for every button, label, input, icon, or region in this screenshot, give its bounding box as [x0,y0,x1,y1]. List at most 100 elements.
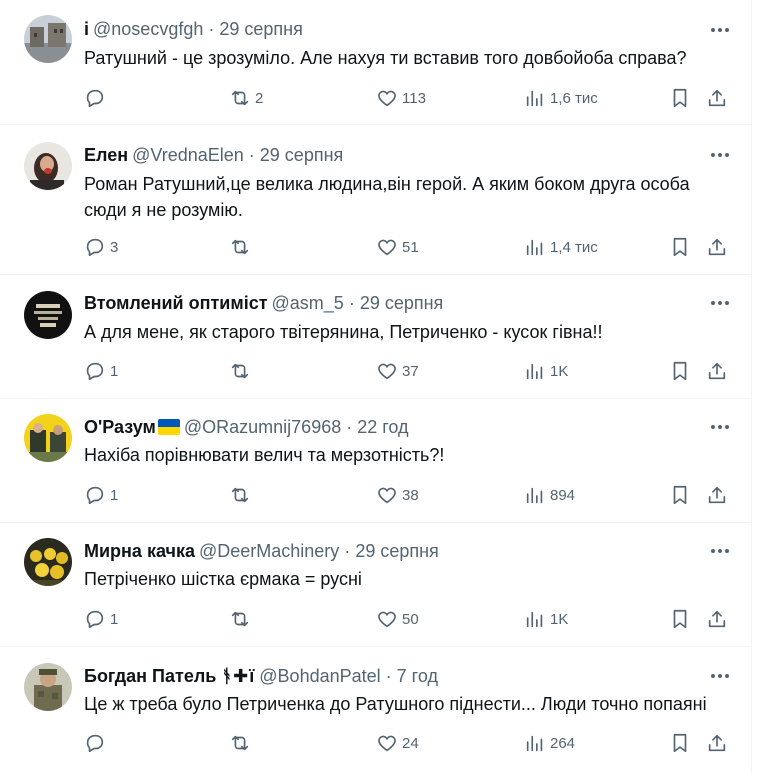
bookmark-icon [673,237,687,257]
more-icon[interactable] [706,145,734,165]
retweet-button[interactable] [229,359,255,383]
more-icon[interactable] [706,20,734,40]
bookmark-button[interactable] [669,483,691,507]
author-name[interactable]: О'Разум [84,416,156,438]
reply-button[interactable]: 1 [84,483,118,507]
timestamp[interactable]: 7 год [397,665,438,687]
retweet-button[interactable]: 2 [229,86,263,110]
reply-icon [86,89,104,108]
more-icon[interactable] [706,666,734,686]
like-button[interactable]: 24 [376,731,419,755]
reply-count: 3 [110,238,119,256]
author-name[interactable]: Мирна качка [84,540,195,562]
author-handle[interactable]: @asm_5 [272,292,344,314]
timestamp[interactable]: 29 серпня [260,144,343,166]
reply-button[interactable] [84,86,110,110]
retweet-button[interactable] [229,483,255,507]
views-button[interactable]: 1,4 тис [524,235,598,259]
tweet-actions: 1 38 894 [84,483,734,507]
reply-count: 1 [110,362,119,380]
like-button[interactable]: 38 [376,483,419,507]
author-handle[interactable]: @VrednaElen [132,144,244,166]
tweet-text: А для мене, як старого твітерянина, Петр… [84,322,603,342]
views-count: 894 [550,486,576,504]
tweet-text: Це ж треба було Петриченка до Ратушного … [84,694,707,714]
tweet[interactable]: О'Разум @ORazumnij76968 · 22 год Нахіба … [0,399,752,523]
views-button[interactable]: 264 [524,731,575,755]
views-count: 1,6 тис [550,89,598,107]
avatar[interactable] [24,291,72,339]
bookmark-button[interactable] [669,359,691,383]
avatar[interactable] [24,414,72,462]
author-handle[interactable]: @DeerMachinery [199,540,339,562]
reply-button[interactable]: 1 [84,607,118,631]
bookmark-button[interactable] [669,731,691,755]
retweet-count: 2 [255,89,264,107]
reply-button[interactable]: 3 [84,235,118,259]
tweet[interactable]: Втомлений оптиміст @asm_5 · 29 серпня А … [0,275,752,399]
separator: · [348,293,355,313]
separator: · [346,417,353,437]
like-count: 38 [402,486,419,504]
author-handle[interactable]: @ORazumnij76968 [184,416,341,438]
like-button[interactable]: 50 [376,607,419,631]
author-name[interactable]: Богдан Патель [84,665,216,687]
tweet[interactable]: і @nosecvgfgh · 29 серпня Ратушний - це … [0,0,752,125]
bookmark-button[interactable] [669,235,691,259]
share-icon [708,362,726,380]
retweet-icon [231,239,249,255]
tweet[interactable]: Елен @VrednaElen · 29 серпня Роман Ратуш… [0,125,752,275]
tweet-text: Нахіба порівнювати велич та мерзотність?… [84,445,445,465]
reply-icon [86,238,104,257]
author-name[interactable]: і [84,18,89,40]
reply-icon [86,362,104,381]
avatar[interactable] [24,142,72,190]
tweet[interactable]: Мирна качка @DeerMachinery · 29 серпня П… [0,523,752,647]
share-icon [708,89,726,107]
author-handle[interactable]: @nosecvgfgh [93,18,203,40]
more-icon[interactable] [706,417,734,437]
tweet[interactable]: Богдан Патель ᚬ✚ї @BohdanPatel · 7 год Ц… [0,647,752,773]
timestamp[interactable]: 29 серпня [360,292,443,314]
timestamp[interactable]: 22 год [357,416,408,438]
share-button[interactable] [706,607,728,631]
like-count: 50 [402,610,419,628]
more-icon[interactable] [706,541,734,561]
retweet-button[interactable] [229,607,255,631]
reply-count: 1 [110,486,119,504]
retweet-button[interactable] [229,235,255,259]
author-handle[interactable]: @BohdanPatel [259,665,380,687]
author-name[interactable]: Втомлений оптиміст [84,292,268,314]
avatar[interactable] [24,15,72,63]
share-button[interactable] [706,235,728,259]
views-button[interactable]: 1K [524,359,568,383]
retweet-icon [231,90,249,106]
share-button[interactable] [706,86,728,110]
bookmark-button[interactable] [669,607,691,631]
share-button[interactable] [706,483,728,507]
like-button[interactable]: 113 [376,86,426,110]
share-icon [708,734,726,752]
retweet-button[interactable] [229,731,255,755]
more-icon[interactable] [706,293,734,313]
share-button[interactable] [706,731,728,755]
like-button[interactable]: 51 [376,235,419,259]
retweet-icon [231,611,249,627]
bookmark-button[interactable] [669,86,691,110]
retweet-icon [231,487,249,503]
avatar[interactable] [24,663,72,711]
views-button[interactable]: 1K [524,607,568,631]
views-button[interactable]: 894 [524,483,575,507]
reply-button[interactable]: 1 [84,359,118,383]
like-icon [378,735,396,752]
reply-button[interactable] [84,731,110,755]
timestamp[interactable]: 29 серпня [219,18,302,40]
share-button[interactable] [706,359,728,383]
like-button[interactable]: 37 [376,359,419,383]
reply-icon [86,486,104,505]
views-button[interactable]: 1,6 тис [524,86,598,110]
avatar[interactable] [24,538,72,586]
views-icon [526,239,543,256]
author-name[interactable]: Елен [84,144,128,166]
timestamp[interactable]: 29 серпня [355,540,438,562]
